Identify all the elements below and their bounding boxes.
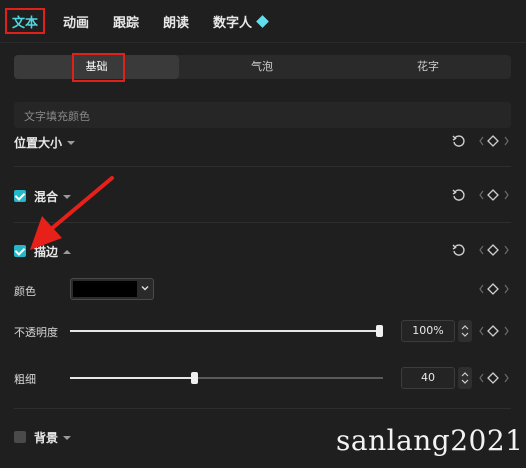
keyframe-icon[interactable] [478,133,512,149]
tab-digital-human[interactable]: 数字人 [213,12,269,31]
section-position-size-title: 位置大小 [14,136,63,150]
fill-color-placeholder: 文字填充颜色 [24,110,90,123]
tab-animation[interactable]: 动画 [63,12,89,31]
text-fill-color-field[interactable]: 文字填充颜色 [14,102,511,128]
reset-icon[interactable] [451,187,467,203]
keyframe-icon[interactable] [478,187,512,203]
thickness-slider-thumb[interactable] [191,372,199,384]
divider [14,408,511,409]
opacity-input[interactable]: 100% [401,320,455,342]
chevron-down-icon [67,141,76,145]
reset-icon[interactable] [451,133,467,149]
background-checkbox[interactable] [14,431,26,443]
opacity-slider-thumb[interactable] [376,325,383,337]
opacity-slider[interactable] [70,330,380,332]
section-background[interactable]: 背景 [34,429,72,446]
stroke-color-label: 颜色 [14,285,36,298]
stepper-arrows-icon [461,325,469,337]
color-swatch [73,281,137,297]
stepper-arrows-icon [461,372,469,384]
segment-fancy-text[interactable]: 花字 [345,55,511,79]
keyframe-icon[interactable] [478,323,512,339]
watermark-text: sanlang2021 [336,424,524,457]
thickness-label: 粗细 [14,373,36,386]
top-tab-bar: 文本 动画 跟踪 朗读 数字人 [0,0,526,43]
gem-icon [256,15,269,28]
highlight-box [72,53,125,82]
opacity-label: 不透明度 [14,326,58,339]
tab-read-aloud[interactable]: 朗读 [163,12,189,31]
thickness-slider-fill [70,377,196,379]
keyframe-icon[interactable] [478,281,512,297]
chevron-down-icon [63,436,72,440]
thickness-slider[interactable] [70,377,383,379]
section-background-title: 背景 [34,431,59,445]
chevron-down-icon [141,286,149,291]
thickness-input[interactable]: 40 [401,367,455,389]
keyframe-icon[interactable] [478,242,512,258]
opacity-stepper[interactable] [458,320,472,342]
tab-tracking[interactable]: 跟踪 [113,12,139,31]
section-position-size[interactable]: 位置大小 [14,134,76,151]
highlight-box [5,8,45,34]
opacity-slider-fill [70,330,380,332]
keyframe-icon[interactable] [478,370,512,386]
annotation-arrow-icon [30,176,114,250]
reset-icon[interactable] [451,242,467,258]
stroke-color-picker[interactable] [70,278,154,300]
thickness-stepper[interactable] [458,367,472,389]
tab-digital-human-label: 数字人 [213,16,253,31]
segment-bubble[interactable]: 气泡 [179,55,345,79]
divider [14,166,511,167]
